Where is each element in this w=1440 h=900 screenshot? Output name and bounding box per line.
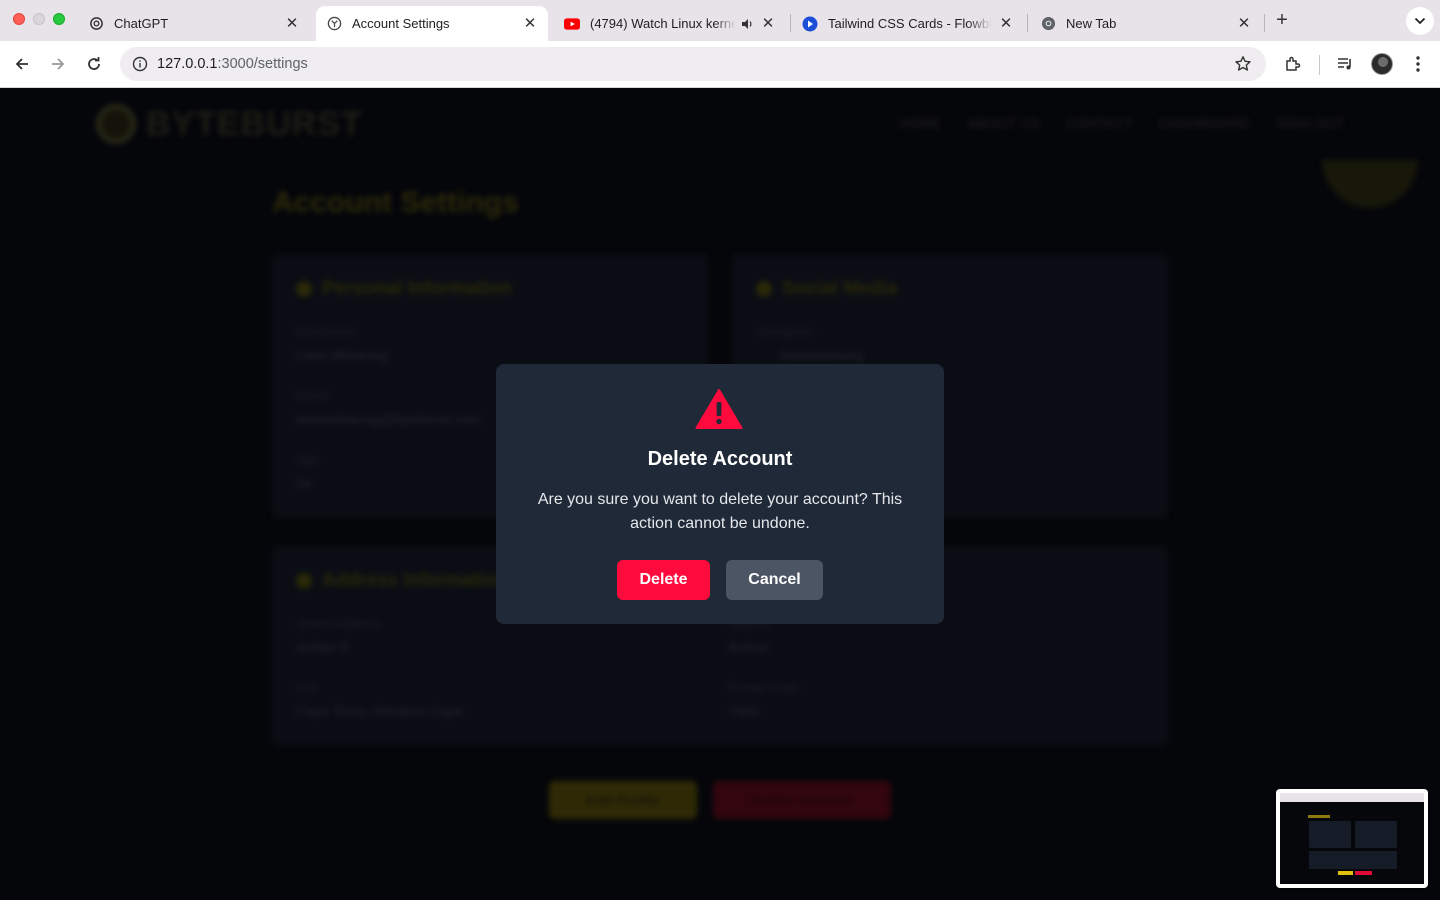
chrome-icon: [1040, 16, 1056, 32]
page-title: Account Settings: [272, 186, 519, 219]
url-host: 127.0.0.1: [157, 56, 218, 72]
new-tab-button[interactable]: +: [1272, 10, 1292, 30]
thumbnail-card: [1309, 821, 1351, 848]
globe-icon: [326, 16, 342, 32]
window-minimize-button[interactable]: [33, 13, 45, 25]
edit-profile-button[interactable]: Edit Profile: [549, 781, 697, 819]
browser-tab-flowbite[interactable]: Tailwind CSS Cards - Flowbite ✕: [792, 6, 1024, 41]
arrow-left-icon: [15, 58, 28, 70]
field-label: Age: [296, 452, 320, 467]
address-bar[interactable]: 127.0.0.1:3000/settings: [120, 47, 1266, 81]
tab-separator: [1027, 14, 1028, 32]
field-label: Postal Code: [728, 680, 799, 695]
toolbar-divider: [1319, 55, 1320, 75]
audio-playing-icon[interactable]: [740, 17, 754, 31]
browser-toolbar: 127.0.0.1:3000/settings: [0, 41, 1440, 88]
tab-separator: [790, 14, 791, 32]
close-tab-icon[interactable]: ✕: [1236, 15, 1252, 32]
brand-name: BYTEBURST: [146, 104, 363, 143]
field-label: Email: [296, 388, 329, 403]
decorative-shape: [1322, 160, 1418, 208]
bookmark-star-icon[interactable]: [1234, 55, 1252, 73]
thumbnail-browser-bar: [1280, 793, 1424, 802]
tab-title: ChatGPT: [114, 16, 169, 31]
tab-title: (4794) Watch Linux kerne: [590, 16, 736, 31]
confirm-delete-button[interactable]: Delete: [617, 560, 710, 600]
user-icon: [296, 281, 312, 297]
window-zoom-button[interactable]: [53, 13, 65, 25]
browser-tab-chatgpt[interactable]: ChatGPT ✕: [78, 6, 310, 41]
thumbnail-button: [1338, 871, 1353, 875]
close-tab-icon[interactable]: ✕: [998, 15, 1014, 32]
card-heading: Address Information: [296, 570, 508, 592]
nav-about-us[interactable]: ABOUT US: [967, 115, 1040, 131]
tab-title: Tailwind CSS Cards - Flowbite: [828, 16, 992, 31]
modal-message: Are you sure you want to delete your acc…: [537, 491, 903, 532]
reload-icon: [88, 57, 100, 70]
field-label: Instagram: [756, 324, 814, 339]
tab-title: New Tab: [1066, 16, 1117, 31]
cancel-button[interactable]: Cancel: [726, 560, 823, 600]
field-value: 24: [296, 475, 312, 491]
flowbite-icon: [802, 16, 818, 32]
close-tab-icon[interactable]: ✕: [522, 15, 538, 32]
field-value: liammkhaung: [780, 347, 864, 363]
share-icon: [756, 281, 772, 297]
browser-tab-youtube[interactable]: (4794) Watch Linux kerne ✕: [554, 6, 786, 41]
field-value: liammkhaung@byteburst.com: [296, 411, 482, 427]
nav-dashboard[interactable]: DASHBOARD: [1159, 115, 1250, 131]
reload-button[interactable]: [82, 52, 106, 76]
tab-separator: [1264, 14, 1265, 32]
site-info-icon[interactable]: [128, 52, 152, 76]
forward-button[interactable]: [46, 52, 70, 76]
delete-account-button[interactable]: Delete Account: [713, 781, 891, 819]
nav-sign-out[interactable]: SIGN OUT: [1276, 115, 1344, 131]
browser-tab-new-tab[interactable]: New Tab ✕: [1030, 6, 1262, 41]
tab-title: Account Settings: [352, 16, 450, 31]
card-heading: Personal Information: [296, 278, 512, 300]
tab-search-button[interactable]: [1406, 7, 1434, 35]
close-tab-icon[interactable]: ✕: [760, 15, 776, 32]
browser-menu-icon[interactable]: [1407, 53, 1429, 75]
field-value: 7405: [728, 703, 760, 719]
field-label: Street Address: [296, 616, 382, 631]
modal-title: Delete Account: [647, 448, 793, 470]
nav-home[interactable]: HOME: [899, 115, 941, 131]
url-text[interactable]: 127.0.0.1:3000/settings: [157, 56, 308, 72]
thumbnail-card: [1309, 851, 1397, 869]
thumbnail-card: [1355, 821, 1397, 848]
thumbnail-title: [1308, 815, 1330, 818]
thumbnail-preview: [1280, 793, 1424, 884]
screenshot-thumbnail[interactable]: [1276, 789, 1428, 888]
browser-tab-strip: ChatGPT ✕ Account Settings ✕ (4794) Watc…: [0, 0, 1440, 41]
thumbnail-button: [1355, 871, 1372, 875]
arrow-right-icon: [52, 58, 65, 70]
location-pin-icon: [296, 573, 312, 589]
close-tab-icon[interactable]: ✕: [284, 15, 300, 32]
field-label: Username: [296, 324, 356, 339]
site-nav: HOME ABOUT US CONTACT DASHBOARD SIGN OUT: [899, 115, 1344, 131]
logo-icon: [96, 104, 136, 144]
chevron-down-icon: [1414, 17, 1426, 25]
nav-contact[interactable]: CONTACT: [1066, 115, 1133, 131]
delete-account-modal: Delete Account Are you sure you want to …: [496, 364, 944, 624]
profile-avatar[interactable]: [1371, 53, 1393, 75]
field-label: City: [296, 680, 319, 695]
site-logo[interactable]: BYTEBURST: [96, 104, 363, 144]
page-viewport: BYTEBURST HOME ABOUT US CONTACT DASHBOAR…: [0, 88, 1440, 900]
field-value: Cape Town, Western Cape: [296, 703, 463, 719]
back-button[interactable]: [10, 52, 34, 76]
field-value: Liam Mkhaung: [296, 347, 388, 363]
extensions-icon[interactable]: [1282, 53, 1304, 75]
card-heading: Social Media: [756, 278, 897, 300]
chatgpt-icon: [88, 16, 104, 32]
url-path: :3000/settings: [217, 56, 308, 72]
media-controls-icon[interactable]: [1335, 53, 1357, 75]
warning-triangle-icon: [695, 389, 743, 429]
window-close-button[interactable]: [13, 13, 25, 25]
youtube-icon: [564, 16, 580, 32]
field-value: Bothar: [728, 639, 770, 655]
field-value: Amber 6: [296, 639, 349, 655]
browser-tab-account-settings[interactable]: Account Settings ✕: [316, 6, 548, 41]
